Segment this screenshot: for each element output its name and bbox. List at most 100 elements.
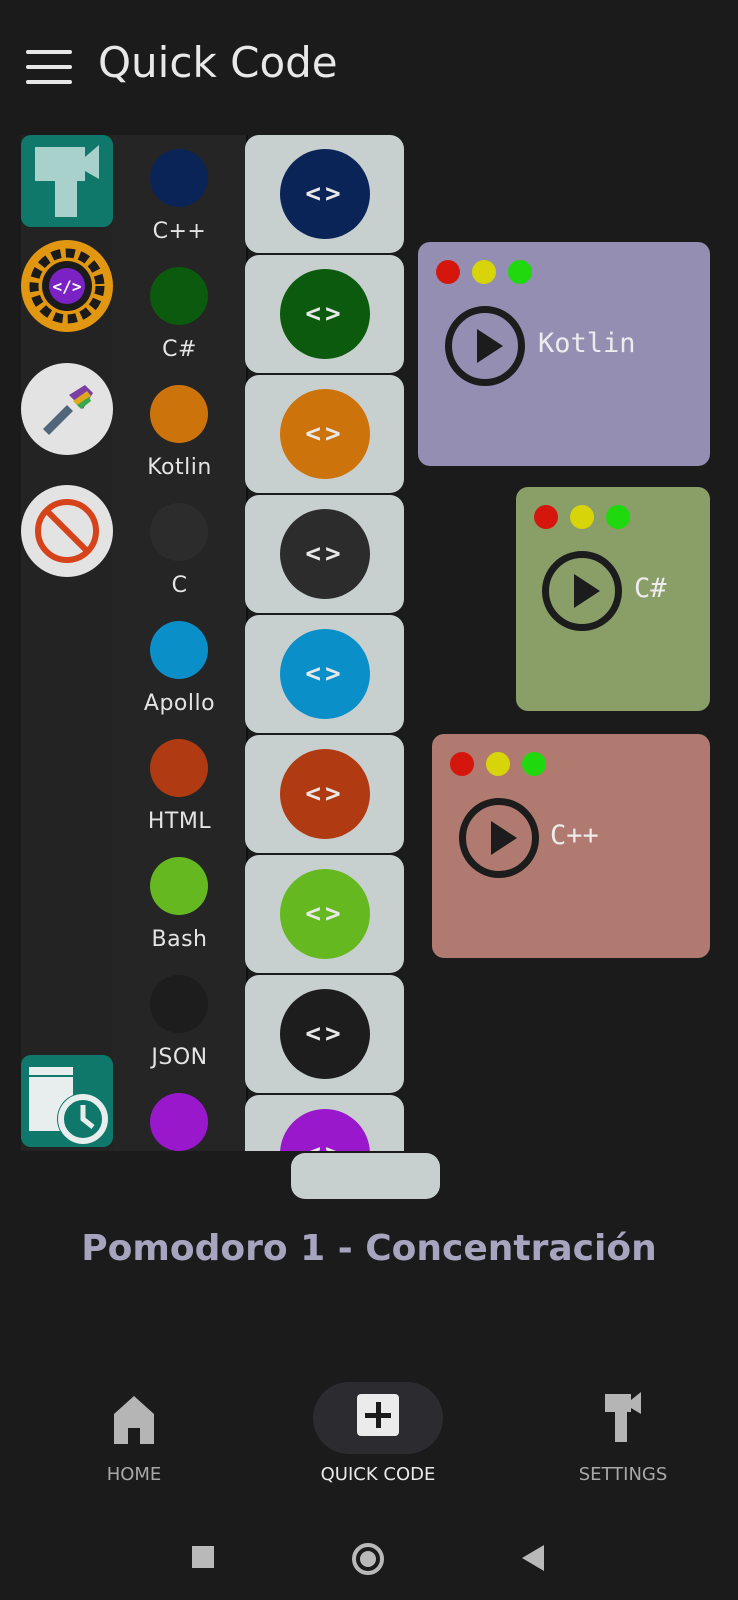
window-controls [436,260,544,288]
code-card[interactable]: <> [245,135,404,253]
code-card[interactable]: <> [245,1095,404,1151]
code-button-list: <> <> <> <> <> <> <> <> <> [245,135,405,1151]
language-item[interactable]: C# [113,253,246,373]
language-label: C# [162,337,197,362]
code-brackets-icon: <> [305,299,345,329]
play-icon[interactable] [445,306,525,386]
maximize-dot-icon[interactable] [508,260,532,284]
language-label: Kotlin [147,455,212,480]
svg-text:</>: </> [53,277,82,296]
language-label: Apollo [143,691,216,716]
language-color-dot [150,385,208,443]
language-color-dot [150,503,208,561]
code-card[interactable]: <> [245,495,404,613]
play-icon[interactable] [459,798,539,878]
code-card[interactable]: <> [245,855,404,973]
menu-button[interactable] [26,50,72,84]
minimize-dot-icon[interactable] [486,752,510,776]
recents-button[interactable] [192,1546,214,1568]
trash-history-button[interactable] [21,1055,113,1147]
code-settings-button[interactable]: </> [21,240,113,332]
language-item[interactable] [113,1079,246,1151]
hammer-icon [35,145,99,217]
language-item[interactable]: C++ [113,135,246,255]
language-color-dot [150,149,208,207]
language-color-dot [150,267,208,325]
code-run-button[interactable]: <> [280,1109,370,1151]
language-label: JSON [151,1045,208,1070]
close-dot-icon[interactable] [450,752,474,776]
back-button[interactable] [522,1545,544,1571]
code-brackets-icon: <> [305,419,345,449]
code-run-button[interactable]: <> [280,629,370,719]
language-list: C++ C# Kotlin C Apollo HTML Bash JSON [113,135,248,1151]
language-label: C++ [152,219,207,244]
hammer-icon [605,1392,641,1442]
code-window[interactable]: C# [516,487,710,711]
play-icon[interactable] [542,551,622,631]
app-title: Quick Code [98,38,338,87]
theme-brush-button[interactable] [21,363,113,455]
trash-clock-icon [29,1067,109,1145]
nav-settings-label: SETTINGS [578,1464,668,1485]
code-card[interactable]: <> [245,735,404,853]
nav-home[interactable]: HOME [44,1378,224,1488]
minimize-dot-icon[interactable] [472,260,496,284]
code-brackets-icon: <> [305,659,345,689]
gear-code-icon: </> [29,248,105,324]
window-language-label: C++ [550,820,599,851]
language-item[interactable]: Kotlin [113,371,246,491]
window-language-label: Kotlin [538,328,636,359]
drag-handle[interactable] [291,1153,440,1199]
block-button[interactable] [21,485,113,577]
close-dot-icon[interactable] [436,260,460,284]
nav-quick-code[interactable]: QUICK CODE [288,1378,468,1488]
code-brackets-icon: <> [305,899,345,929]
window-controls [450,752,558,780]
language-color-dot [150,1093,208,1151]
code-run-button[interactable]: <> [280,989,370,1079]
code-run-button[interactable]: <> [280,749,370,839]
add-box-icon [357,1394,399,1436]
language-color-dot [150,857,208,915]
language-item[interactable]: JSON [113,961,246,1081]
hammer-tool-button[interactable] [21,135,113,227]
code-card[interactable]: <> [245,975,404,1093]
language-label: C [171,573,188,598]
close-dot-icon[interactable] [534,505,558,529]
pomodoro-status: Pomodoro 1 - Concentración [81,1228,657,1269]
home-icon [114,1396,154,1444]
minimize-dot-icon[interactable] [570,505,594,529]
code-card[interactable]: <> [245,615,404,733]
code-run-button[interactable]: <> [280,509,370,599]
system-home-button[interactable] [352,1543,384,1575]
code-run-button[interactable]: <> [280,389,370,479]
window-controls [534,505,642,533]
language-item[interactable]: C [113,489,246,609]
nav-quick-code-label: QUICK CODE [320,1464,436,1485]
maximize-dot-icon[interactable] [522,752,546,776]
maximize-dot-icon[interactable] [606,505,630,529]
code-brackets-icon: <> [305,1019,345,1049]
language-label: HTML [147,809,212,834]
tool-strip: </> [21,135,113,1151]
nav-home-label: HOME [106,1464,162,1485]
code-window[interactable]: C++ [432,734,710,958]
language-item[interactable]: Apollo [113,607,246,727]
window-language-label: C# [634,573,667,604]
language-item[interactable]: HTML [113,725,246,845]
code-card[interactable]: <> [245,255,404,373]
code-brackets-icon: <> [305,539,345,569]
code-card[interactable]: <> [245,375,404,493]
code-window[interactable]: Kotlin [418,242,710,466]
code-brackets-icon: <> [305,1139,344,1151]
code-run-button[interactable]: <> [280,149,370,239]
language-item[interactable]: Bash [113,843,246,963]
code-brackets-icon: <> [305,779,345,809]
prohibited-icon [35,499,99,563]
language-label: Bash [151,927,208,952]
code-run-button[interactable]: <> [280,269,370,359]
language-color-dot [150,621,208,679]
code-run-button[interactable]: <> [280,869,370,959]
nav-settings[interactable]: SETTINGS [533,1378,713,1488]
